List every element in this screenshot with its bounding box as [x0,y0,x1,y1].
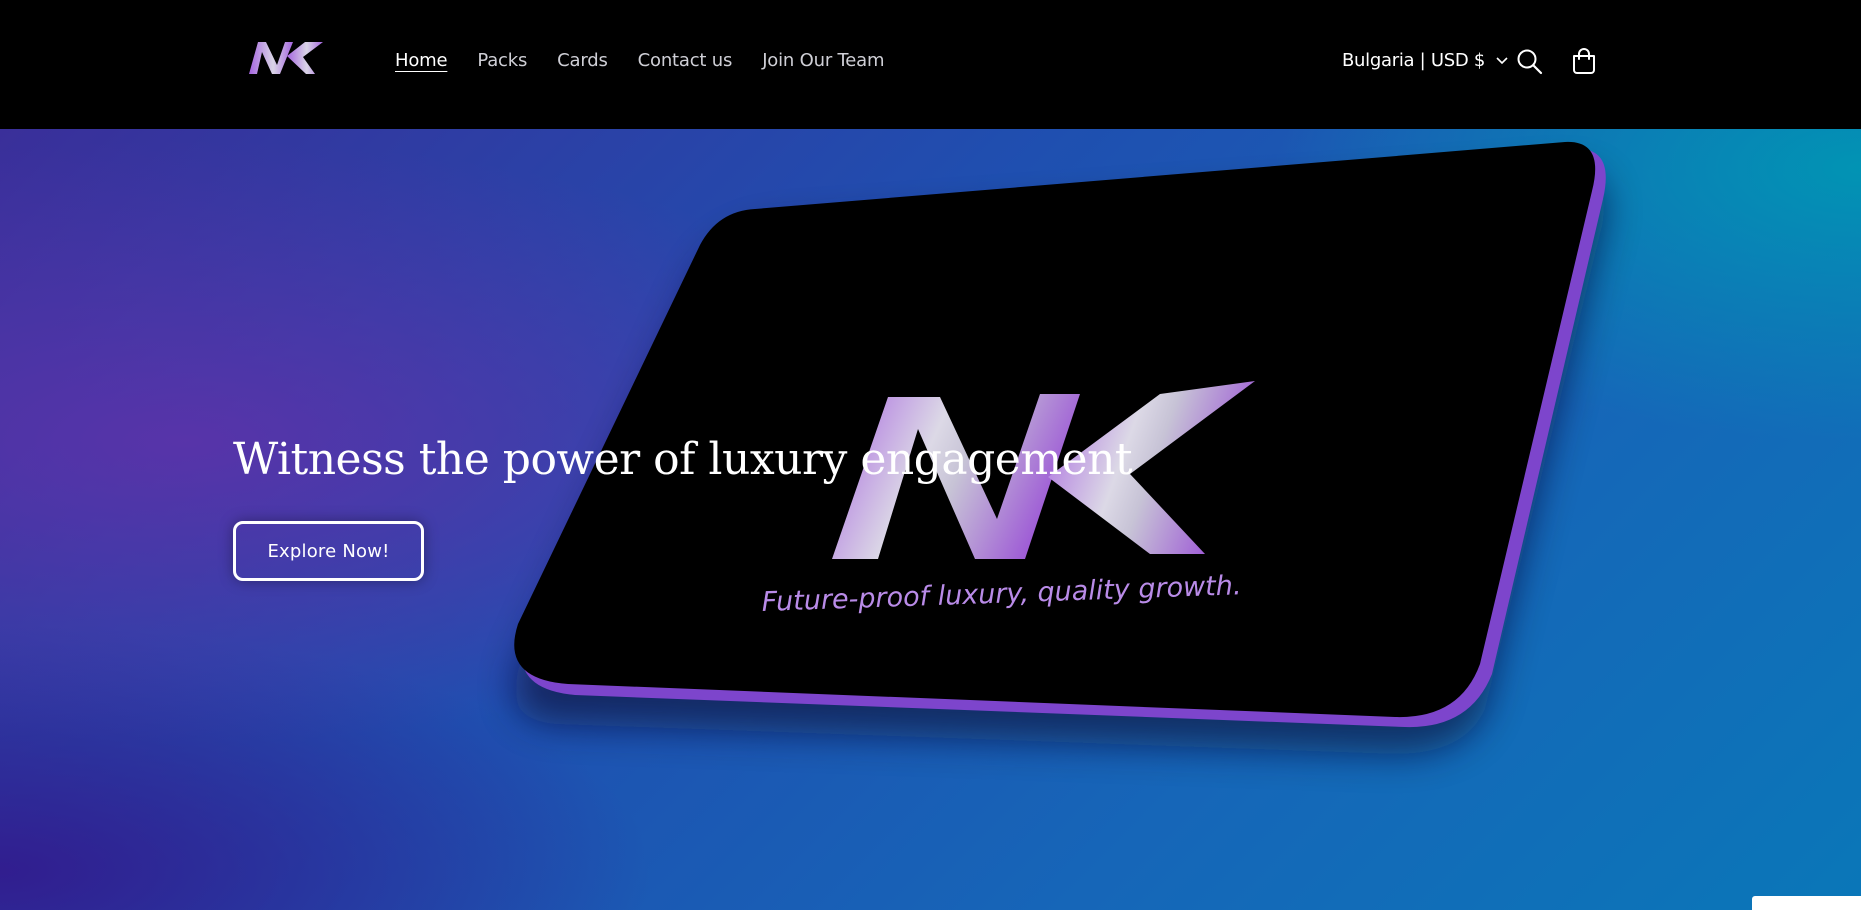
search-button[interactable] [1515,47,1545,77]
explore-now-button[interactable]: Explore Now! [233,521,424,581]
cart-button[interactable] [1569,47,1599,77]
hero-banner: Future-proof luxury, quality growth. Wit… [0,129,1861,910]
site-header: Home Packs Cards Contact us Join Our Tea… [0,0,1861,129]
cart-icon [1573,48,1595,74]
nav-home[interactable]: Home [395,50,448,71]
nav-join-our-team[interactable]: Join Our Team [762,50,884,71]
nav-cards[interactable]: Cards [557,50,608,71]
country-currency-selector[interactable]: Bulgaria | USD $ [1342,50,1509,71]
nav-packs[interactable]: Packs [477,50,527,71]
page: Home Packs Cards Contact us Join Our Tea… [0,0,1861,910]
main-nav: Home Packs Cards Contact us Join Our Tea… [395,50,914,71]
nx-logo [249,42,323,74]
locale-label: Bulgaria | USD $ [1342,50,1485,71]
hero-title: Witness the power of luxury engagement [233,434,1133,485]
nav-contact-us[interactable]: Contact us [638,50,733,71]
logo-link[interactable] [247,36,327,78]
search-icon [1517,49,1543,75]
chat-widget[interactable] [1752,896,1861,910]
chevron-down-icon [1496,56,1508,64]
hero-card-image: Future-proof luxury, quality growth. [514,141,1606,755]
